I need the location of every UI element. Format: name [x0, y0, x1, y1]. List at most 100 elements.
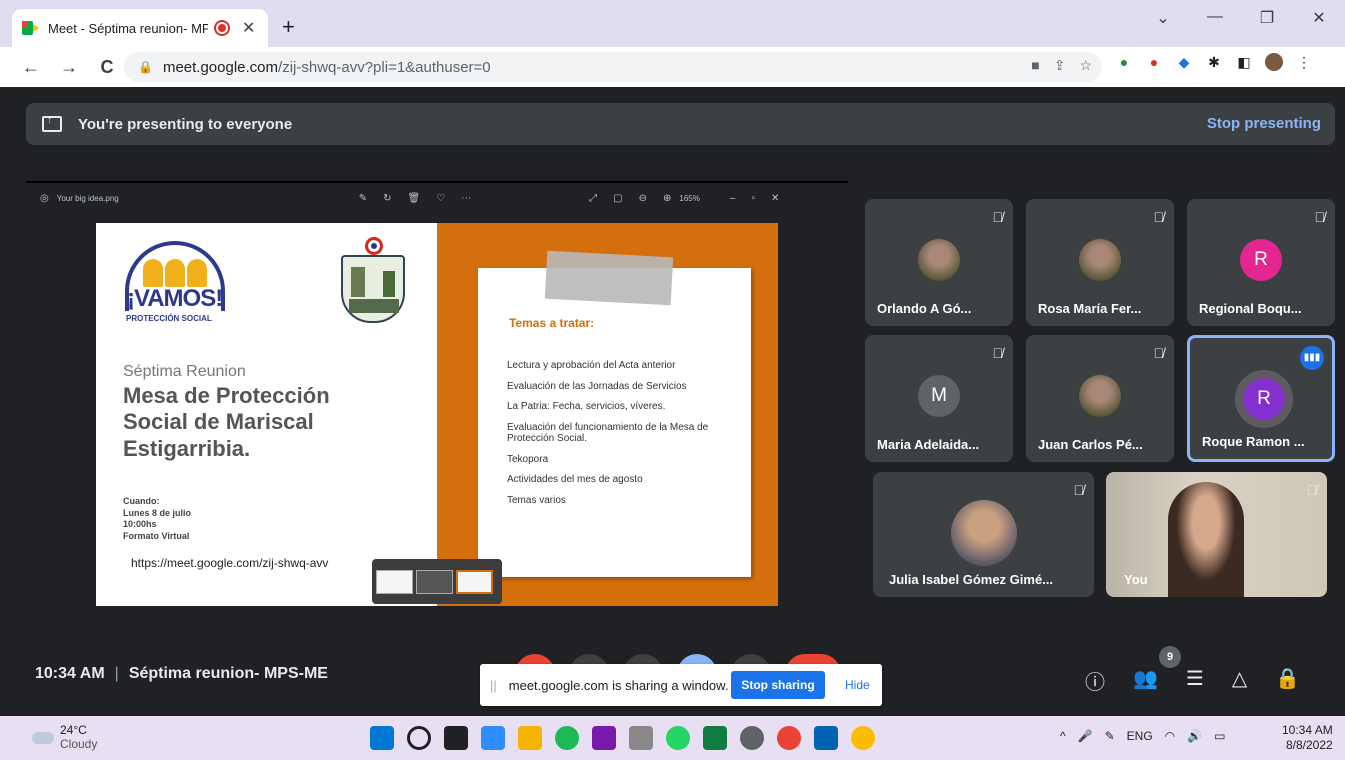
bookmark-star-icon[interactable]: ☆: [1079, 57, 1092, 74]
mic-off-icon: 🎙̸: [1306, 482, 1318, 498]
taskbar-apps: [370, 726, 875, 750]
profile-avatar[interactable]: [1265, 53, 1283, 71]
activities-icon[interactable]: △: [1232, 666, 1247, 695]
presentation-slide: ¡VAMOS! PROTECCIÓN SOCIAL Séptima Reunio…: [96, 223, 778, 606]
chevron-up-icon[interactable]: ^: [1060, 729, 1066, 743]
photos-icon[interactable]: [814, 726, 838, 750]
zoom-icon[interactable]: [481, 726, 505, 750]
wifi-icon[interactable]: ◠: [1165, 729, 1175, 743]
restore-button[interactable]: ❐: [1241, 8, 1293, 28]
participant-tile[interactable]: 🎙̸ R Regional Boqu...: [1187, 199, 1335, 326]
window-controls: ⌄ — ❐ ✕: [1137, 8, 1345, 28]
tab-search-button[interactable]: ⌄: [1137, 8, 1189, 28]
participant-tile[interactable]: 🎙̸ M Maria Adelaida...: [865, 335, 1013, 462]
participant-count-badge: 9: [1159, 646, 1181, 668]
stop-sharing-button[interactable]: Stop sharing: [731, 671, 825, 699]
temperature: 24°C: [60, 723, 87, 737]
close-window-button[interactable]: ✕: [1293, 8, 1345, 28]
more-icon: ⋯: [461, 192, 472, 204]
address-bar[interactable]: 🔒 meet.google.com/zij-shwq-avv?pli=1&aut…: [124, 52, 1102, 82]
participant-tile[interactable]: 🎙̸ Juan Carlos Pé...: [1026, 335, 1174, 462]
start-icon[interactable]: [370, 726, 394, 750]
omnibox-icons: ■ ⇪ ☆: [1031, 57, 1092, 74]
spotify-icon[interactable]: [555, 726, 579, 750]
meeting-name: Séptima reunion- MPS-ME: [128, 665, 328, 682]
zoom-in-icon: ⊕: [663, 192, 672, 204]
minimize-button[interactable]: —: [1189, 8, 1241, 28]
translate-icon[interactable]: ◆: [1175, 53, 1193, 71]
viewer-app-icon: ◎: [40, 192, 49, 204]
delete-icon: 🗑: [407, 192, 421, 204]
presenting-banner: You're presenting to everyone Stop prese…: [26, 103, 1335, 145]
menu-dots-icon[interactable]: ⋮: [1295, 53, 1313, 71]
participant-name: Orlando A Gó...: [877, 301, 972, 316]
zoom-level: 165%: [679, 193, 700, 203]
extensions-puzzle-icon[interactable]: ✱: [1205, 53, 1223, 71]
camera-icon[interactable]: ■: [1031, 57, 1039, 74]
whatsapp-icon[interactable]: [666, 726, 690, 750]
info-icon[interactable]: ⓘ: [1085, 666, 1105, 695]
back-button[interactable]: ←: [16, 57, 46, 78]
battery-icon[interactable]: ▭: [1214, 729, 1225, 743]
calculator-icon[interactable]: [629, 726, 653, 750]
share-icon[interactable]: ⇪: [1054, 57, 1066, 74]
drag-handle-icon[interactable]: ||: [490, 678, 497, 693]
avatar: R: [1243, 378, 1285, 420]
participant-tile-active[interactable]: ▮▮▮ R Roque Ramon ...: [1187, 335, 1335, 462]
cloud-icon: [32, 731, 54, 744]
avatar: R: [1240, 239, 1282, 281]
microphone-icon[interactable]: 🎤: [1078, 729, 1093, 743]
lock-icon[interactable]: 🔒: [138, 60, 153, 74]
pen-icon[interactable]: ✎: [1105, 729, 1115, 743]
weather-condition: Cloudy: [60, 736, 98, 751]
volume-icon[interactable]: 🔊: [1187, 729, 1202, 743]
tab-meet[interactable]: Meet - Séptima reunion- MPS-ME ✕: [12, 9, 268, 47]
avatar: [1079, 239, 1121, 281]
grammarly-icon[interactable]: ●: [1115, 53, 1133, 71]
viewer-max-icon: ▫: [751, 192, 755, 204]
opera-icon[interactable]: ●: [1145, 53, 1163, 71]
sharing-text: meet.google.com is sharing a window.: [508, 677, 729, 693]
host-controls-icon[interactable]: 🔒: [1275, 666, 1300, 695]
url-text[interactable]: meet.google.com/zij-shwq-avv?pli=1&authu…: [163, 59, 491, 76]
participant-tile[interactable]: 🎙̸ Rosa María Fer...: [1026, 199, 1174, 326]
viewer-min-icon: –: [729, 192, 736, 204]
forward-button[interactable]: →: [54, 57, 84, 78]
hide-button[interactable]: Hide: [845, 678, 870, 692]
present-screen-icon: [42, 114, 62, 132]
stop-presenting-button[interactable]: Stop presenting: [1207, 115, 1321, 132]
participant-tile-self[interactable]: 🎙̸ You: [1106, 472, 1327, 597]
slide-subtitle: Séptima Reunion: [123, 363, 246, 380]
mic-off-icon: 🎙̸: [992, 209, 1004, 225]
people-icon[interactable]: 👥: [1133, 666, 1158, 695]
participant-name: Regional Boqu...: [1199, 301, 1302, 316]
participant-tile[interactable]: 🎙̸ Orlando A Gó...: [865, 199, 1013, 326]
mic-off-icon: 🎙̸: [1314, 209, 1326, 225]
language-indicator[interactable]: ENG: [1127, 729, 1153, 743]
settings-icon[interactable]: [740, 726, 764, 750]
chrome-profile-icon[interactable]: [777, 726, 801, 750]
sharing-notification: || meet.google.com is sharing a window. …: [480, 664, 882, 706]
side-panel-icon[interactable]: ◧: [1235, 53, 1253, 71]
avatar: [918, 239, 960, 281]
new-tab-button[interactable]: +: [282, 14, 295, 40]
slide-orange-panel: Temas a tratar: Lectura y aprobación del…: [437, 223, 778, 606]
participant-name: Roque Ramon ...: [1202, 434, 1305, 449]
weather-widget[interactable]: 24°C Cloudy: [32, 723, 98, 752]
chat-icon[interactable]: ☰: [1186, 666, 1204, 695]
chrome-icon[interactable]: [851, 726, 875, 750]
reload-button[interactable]: C: [92, 57, 122, 78]
expand-icon: ⤢: [589, 192, 598, 204]
mic-off-icon: 🎙̸: [992, 345, 1004, 361]
participant-tile[interactable]: 🎙̸ Julia Isabel Gómez Gimé...: [873, 472, 1094, 597]
topic-item: Lectura y aprobación del Acta anterior: [507, 360, 676, 371]
close-tab-button[interactable]: ✕: [242, 18, 255, 38]
task-view-icon[interactable]: [444, 726, 468, 750]
onenote-icon[interactable]: [592, 726, 616, 750]
search-icon[interactable]: [407, 726, 431, 750]
participant-name: Julia Isabel Gómez Gimé...: [889, 572, 1054, 587]
system-clock[interactable]: 10:34 AM 8/8/2022: [1282, 723, 1333, 753]
file-explorer-icon[interactable]: [518, 726, 542, 750]
excel-icon[interactable]: [703, 726, 727, 750]
thumbnail: [376, 569, 413, 594]
